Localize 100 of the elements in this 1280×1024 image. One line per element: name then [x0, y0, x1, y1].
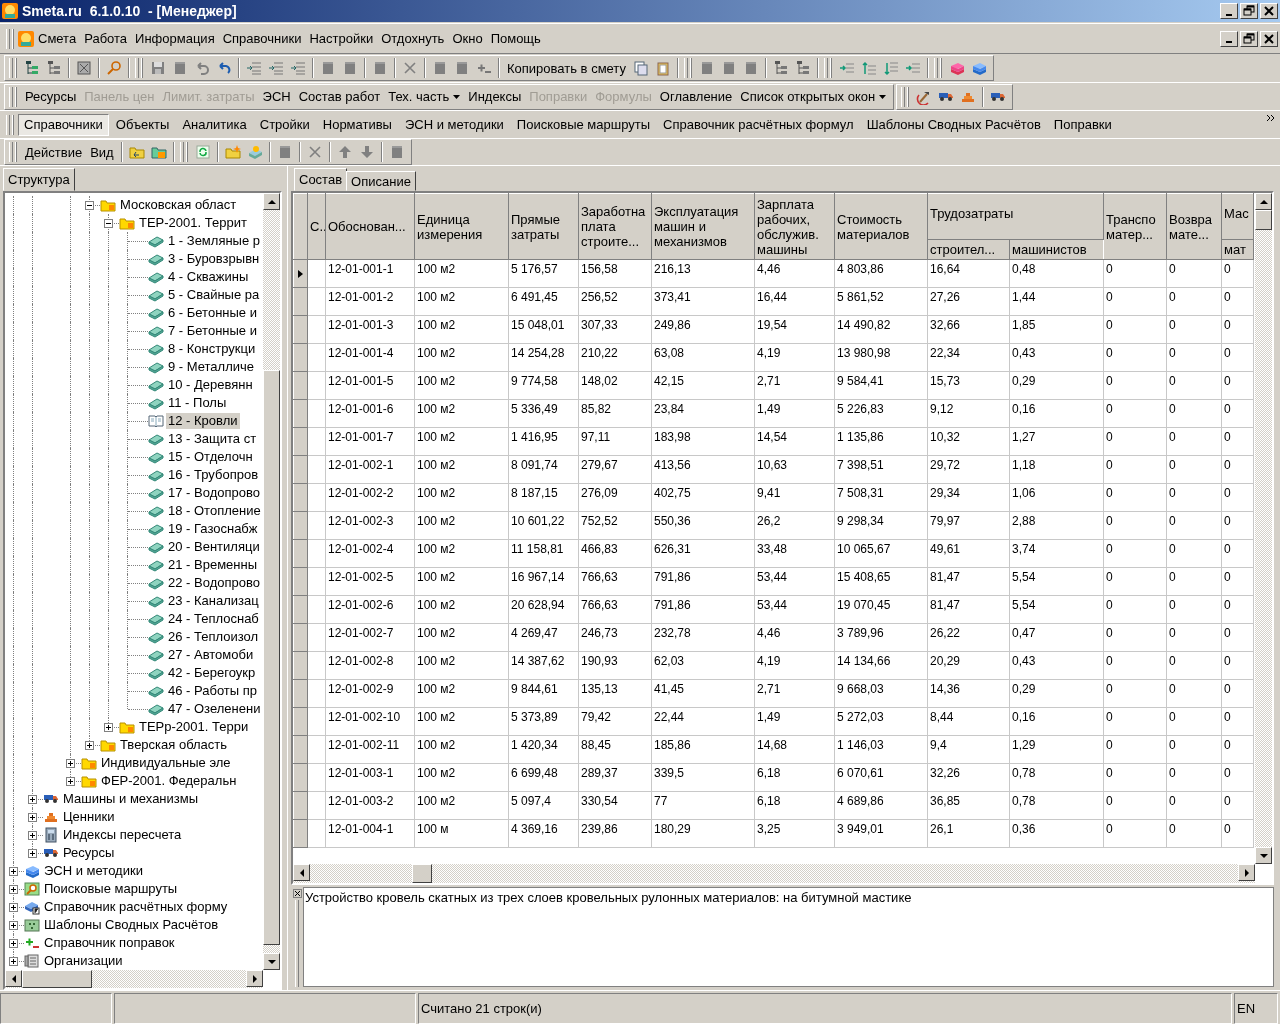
section-tab[interactable]: Справочники: [18, 113, 109, 136]
column-header[interactable]: Единица измерения: [414, 193, 509, 260]
column-header[interactable]: Возвра мате...: [1166, 193, 1222, 260]
tree-item[interactable]: 46 - Работы пр: [166, 683, 260, 699]
expand-icon[interactable]: [9, 939, 18, 948]
scrollbar[interactable]: [5, 970, 263, 988]
section-tab[interactable]: Стройки: [253, 113, 316, 136]
menu-item[interactable]: Настройки: [305, 29, 378, 48]
expand-icon[interactable]: [9, 867, 18, 876]
tree-item[interactable]: Поисковые маршруты: [42, 881, 180, 897]
tree-item[interactable]: 18 - Отопление: [166, 503, 263, 519]
scroll-thumb[interactable]: [22, 970, 92, 988]
column-header[interactable]: Трудозатраты: [927, 193, 1104, 240]
tree-item[interactable]: 5 - Свайные ра: [166, 287, 262, 303]
expand-icon[interactable]: [28, 813, 37, 822]
tree-item[interactable]: Индивидуальные эле: [99, 755, 233, 771]
scroll-right-button[interactable]: [1238, 864, 1255, 881]
expand-icon[interactable]: [9, 885, 18, 894]
menu-item[interactable]: Вид: [86, 141, 118, 163]
expand-icon[interactable]: [9, 957, 18, 966]
menu-item[interactable]: Работа: [80, 29, 132, 48]
tree-item[interactable]: 8 - Конструкци: [166, 341, 258, 357]
splitter-handle[interactable]: [295, 900, 299, 987]
scroll-right-button[interactable]: [246, 970, 263, 987]
expand-icon[interactable]: [66, 777, 75, 786]
tree-item[interactable]: 11 - Полы: [166, 395, 229, 411]
expand-icon[interactable]: [28, 849, 37, 858]
tree-item[interactable]: 24 - Теплоснаб: [166, 611, 261, 627]
tree-item[interactable]: 3 - Буровзрывн: [166, 251, 262, 267]
tree-item[interactable]: ТЕРр-2001. Терри: [137, 719, 251, 735]
scroll-down-button[interactable]: [263, 953, 280, 970]
toolbar-button[interactable]: Оглавление: [655, 85, 737, 108]
dropdown-button[interactable]: Список открытых окон: [736, 85, 891, 108]
column-header[interactable]: Зарплата рабочих, обслужив. машины: [754, 193, 835, 260]
restore-button[interactable]: [1240, 3, 1258, 19]
tree-item[interactable]: 26 - Теплоизол: [166, 629, 261, 645]
toolbar-grip[interactable]: [901, 86, 906, 107]
tree-item[interactable]: 10 - Деревянн: [166, 377, 255, 393]
close-button[interactable]: [1260, 3, 1278, 19]
tree-item[interactable]: 1 - Земляные р: [166, 233, 263, 249]
panel-tab[interactable]: Описание: [346, 171, 416, 191]
section-tab[interactable]: Аналитика: [176, 113, 253, 136]
collapse-icon[interactable]: [85, 201, 94, 210]
section-tab[interactable]: Шаблоны Сводных Расчётов: [860, 113, 1047, 136]
column-header[interactable]: Стоимость материалов: [834, 193, 928, 260]
scroll-left-button[interactable]: [293, 864, 310, 881]
tree-item[interactable]: 23 - Канализац: [166, 593, 261, 609]
tree-item[interactable]: 47 - Озеленени: [166, 701, 263, 717]
scroll-down-button[interactable]: [1255, 847, 1272, 864]
minimize-button[interactable]: [1220, 30, 1238, 47]
scroll-thumb[interactable]: [1255, 210, 1272, 230]
tree-item[interactable]: Ресурсы: [61, 845, 117, 861]
section-tab[interactable]: ЭСН и методики: [398, 113, 510, 136]
section-tab[interactable]: Нормативы: [316, 113, 398, 136]
tree-item[interactable]: 22 - Водопрово: [166, 575, 262, 591]
scrollbar[interactable]: [263, 193, 280, 970]
close-button[interactable]: [1260, 30, 1278, 47]
section-tab[interactable]: Поисковые маршруты: [510, 113, 657, 136]
tree-item[interactable]: 20 - Вентиляци: [166, 539, 262, 555]
tree-item[interactable]: 12 - Кровли: [166, 413, 240, 429]
section-tab[interactable]: Поправки: [1047, 113, 1118, 136]
scrollbar[interactable]: [293, 864, 1255, 883]
expand-icon[interactable]: [9, 903, 18, 912]
column-header[interactable]: Эксплуатация машин и механизмов: [651, 193, 755, 260]
menu-item[interactable]: Отдохнуть: [377, 29, 449, 48]
column-header[interactable]: Обоснован...: [325, 193, 415, 260]
scroll-up-button[interactable]: [1255, 193, 1272, 210]
tree-item[interactable]: Машины и механизмы: [61, 791, 201, 807]
section-tab[interactable]: Объекты: [109, 113, 176, 136]
tree-item[interactable]: Справочник расчётных форму: [42, 899, 230, 915]
tree-item[interactable]: ЭСН и методики: [42, 863, 145, 879]
column-header[interactable]: Прямые затраты: [508, 193, 579, 260]
row-header[interactable]: [293, 259, 308, 288]
section-tab[interactable]: Справочник расчётных формул: [657, 113, 860, 136]
tree-item[interactable]: Тверская область: [118, 737, 230, 753]
restore-button[interactable]: [1240, 30, 1258, 47]
tree-item[interactable]: 19 - Газоснабж: [166, 521, 260, 537]
collapse-icon[interactable]: [104, 219, 113, 228]
toolbar-button[interactable]: Ресурсы: [21, 85, 81, 108]
tree-item[interactable]: 21 - Временны: [166, 557, 259, 573]
expand-icon[interactable]: [9, 921, 18, 930]
scroll-left-button[interactable]: [5, 970, 22, 987]
panel-tab[interactable]: Состав: [294, 168, 348, 191]
tree-item[interactable]: 9 - Металличе: [166, 359, 257, 375]
tree-item[interactable]: 17 - Водопрово: [166, 485, 262, 501]
tree-item[interactable]: 7 - Бетонные и: [166, 323, 259, 339]
expand-icon[interactable]: [28, 831, 37, 840]
menu-item[interactable]: Смета: [34, 29, 81, 48]
dropdown-button[interactable]: Тех. часть: [384, 85, 465, 108]
toolbar-button[interactable]: Состав работ: [294, 85, 385, 108]
tree-item[interactable]: Справочник поправок: [42, 935, 177, 951]
expand-icon[interactable]: [66, 759, 75, 768]
tree-item[interactable]: 4 - Скважины: [166, 269, 251, 285]
minimize-button[interactable]: [1220, 3, 1238, 19]
menu-item[interactable]: Окно: [448, 29, 487, 48]
menu-item[interactable]: Информация: [131, 29, 219, 48]
close-icon[interactable]: [292, 889, 302, 898]
scroll-up-button[interactable]: [263, 193, 280, 210]
menu-item[interactable]: Помощь: [486, 29, 545, 48]
tree-item[interactable]: 27 - Автомоби: [166, 647, 256, 663]
